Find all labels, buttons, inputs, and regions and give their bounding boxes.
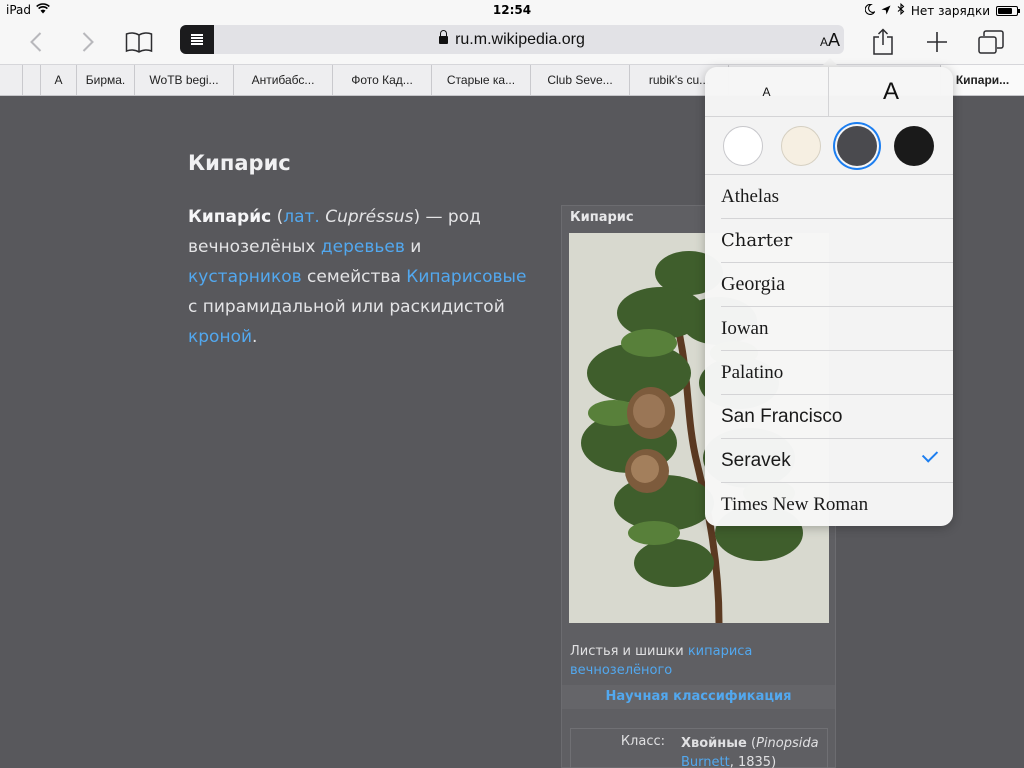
lat-link[interactable]: лат.	[283, 207, 320, 227]
species-link[interactable]: кипариса	[688, 644, 753, 659]
article-title: Кипарис	[188, 151, 291, 175]
font-list: Athelas Charter Georgia Iowan Palatino S…	[705, 175, 953, 526]
location-arrow-icon	[881, 4, 891, 18]
infobox-title: Кипарис	[570, 210, 634, 225]
bookmark-item[interactable]: А	[40, 65, 76, 95]
font-option-iowan[interactable]: Iowan	[721, 307, 953, 351]
address-bar[interactable]: ru.m.wikipedia.org AA	[180, 25, 844, 54]
font-label: Palatino	[721, 361, 784, 383]
aa-small-glyph: A	[819, 35, 828, 49]
class-latin: Pinopsida	[756, 736, 819, 751]
font-size-row: A A	[705, 67, 953, 117]
text-span: .	[252, 327, 258, 347]
reader-view-button[interactable]	[180, 25, 214, 54]
font-label: Iowan	[721, 317, 769, 339]
bookmark-item[interactable]: Старые ка...	[431, 65, 530, 95]
tabs-overview-icon[interactable]	[975, 26, 1007, 58]
author-link[interactable]: Burnett	[681, 755, 730, 768]
back-button[interactable]	[20, 26, 52, 58]
reader-settings-popover: A A Athelas Charter Georgia Iowan Palati…	[705, 67, 953, 526]
bookmark-item[interactable]	[22, 65, 40, 95]
theme-gray-swatch[interactable]	[837, 126, 877, 166]
url-text: ru.m.wikipedia.org	[455, 31, 585, 48]
text-span: (	[746, 736, 757, 751]
bookmark-item[interactable]: WoTB begi...	[134, 65, 233, 95]
font-label: Seravek	[721, 449, 791, 471]
article-intro: Кипари́с (лат. Cupréssus) — род вечнозел…	[188, 202, 528, 352]
lock-icon	[439, 30, 449, 44]
new-tab-plus-icon[interactable]	[921, 26, 953, 58]
class-label: Класс:	[620, 734, 665, 749]
moon-icon	[864, 3, 876, 18]
font-option-times-new-roman[interactable]: Times New Roman	[721, 483, 953, 526]
font-option-athelas[interactable]: Athelas	[721, 175, 953, 219]
bluetooth-icon	[897, 2, 905, 18]
bookmark-item[interactable]: Club Seve...	[530, 65, 629, 95]
aa-big-glyph: A	[827, 30, 840, 50]
font-label: San Francisco	[721, 405, 843, 427]
reader-lines-icon	[191, 34, 203, 45]
shrubs-link[interactable]: кустарников	[188, 267, 302, 287]
font-label: Charter	[721, 230, 793, 251]
status-bar: iPad 12:54 Нет зарядки	[0, 0, 1024, 20]
theme-sepia-swatch[interactable]	[781, 126, 821, 166]
increase-font-size-button[interactable]: A	[829, 67, 953, 117]
theme-night-swatch[interactable]	[894, 126, 934, 166]
species-link-2[interactable]: вечнозелёного	[570, 663, 672, 678]
text-span: (	[271, 207, 284, 227]
class-name: Хвойные	[681, 736, 747, 751]
classification-table: Класс: Хвойные (Pinopsida Burnett, 1835)	[570, 728, 828, 768]
text-span: , 1835)	[729, 755, 777, 768]
checkmark-icon	[921, 446, 939, 463]
bookmark-item[interactable]: Фото Кад...	[332, 65, 431, 95]
font-option-georgia[interactable]: Georgia	[721, 263, 953, 307]
bookmark-item[interactable]	[0, 65, 22, 95]
charging-status: Нет зарядки	[910, 3, 990, 18]
forward-button[interactable]	[72, 26, 104, 58]
classification-header[interactable]: Научная классификация	[562, 685, 835, 709]
trees-link[interactable]: деревьев	[321, 237, 405, 257]
text-size-button[interactable]: AA	[820, 25, 840, 54]
battery-icon	[996, 5, 1020, 16]
font-label: Times New Roman	[721, 494, 869, 515]
class-value: Хвойные (Pinopsida Burnett, 1835)	[681, 734, 826, 768]
decrease-font-size-button[interactable]: A	[705, 67, 829, 117]
theme-white-swatch[interactable]	[723, 126, 763, 166]
url-field[interactable]: ru.m.wikipedia.org	[214, 25, 810, 54]
browser-toolbar: ru.m.wikipedia.org AA	[0, 20, 1024, 64]
crown-link[interactable]: кроной	[188, 327, 252, 347]
theme-swatches	[705, 117, 953, 175]
font-option-san-francisco[interactable]: San Francisco	[721, 395, 953, 439]
font-option-palatino[interactable]: Palatino	[721, 351, 953, 395]
bookmark-item[interactable]: Бирма.	[76, 65, 134, 95]
font-option-seravek[interactable]: Seravek	[721, 439, 953, 483]
text-span: с пирамидальной или раскидистой	[188, 297, 505, 317]
photo-caption: Листья и шишки кипариса вечнозелёного	[570, 642, 830, 680]
bookmark-item[interactable]: Антибабс...	[233, 65, 332, 95]
share-icon[interactable]	[867, 26, 899, 58]
article-term: Кипари́с	[188, 207, 272, 227]
latin-name: Cupréssus	[319, 207, 414, 227]
font-label: Athelas	[721, 185, 780, 207]
text-span: Листья и шишки	[570, 644, 688, 659]
text-span: и	[404, 237, 422, 257]
font-label: Georgia	[721, 273, 786, 295]
font-option-charter[interactable]: Charter	[721, 219, 953, 263]
bookmarks-book-icon[interactable]	[123, 26, 155, 58]
text-span: семейства	[301, 267, 407, 287]
family-link[interactable]: Кипарисовые	[406, 267, 526, 287]
